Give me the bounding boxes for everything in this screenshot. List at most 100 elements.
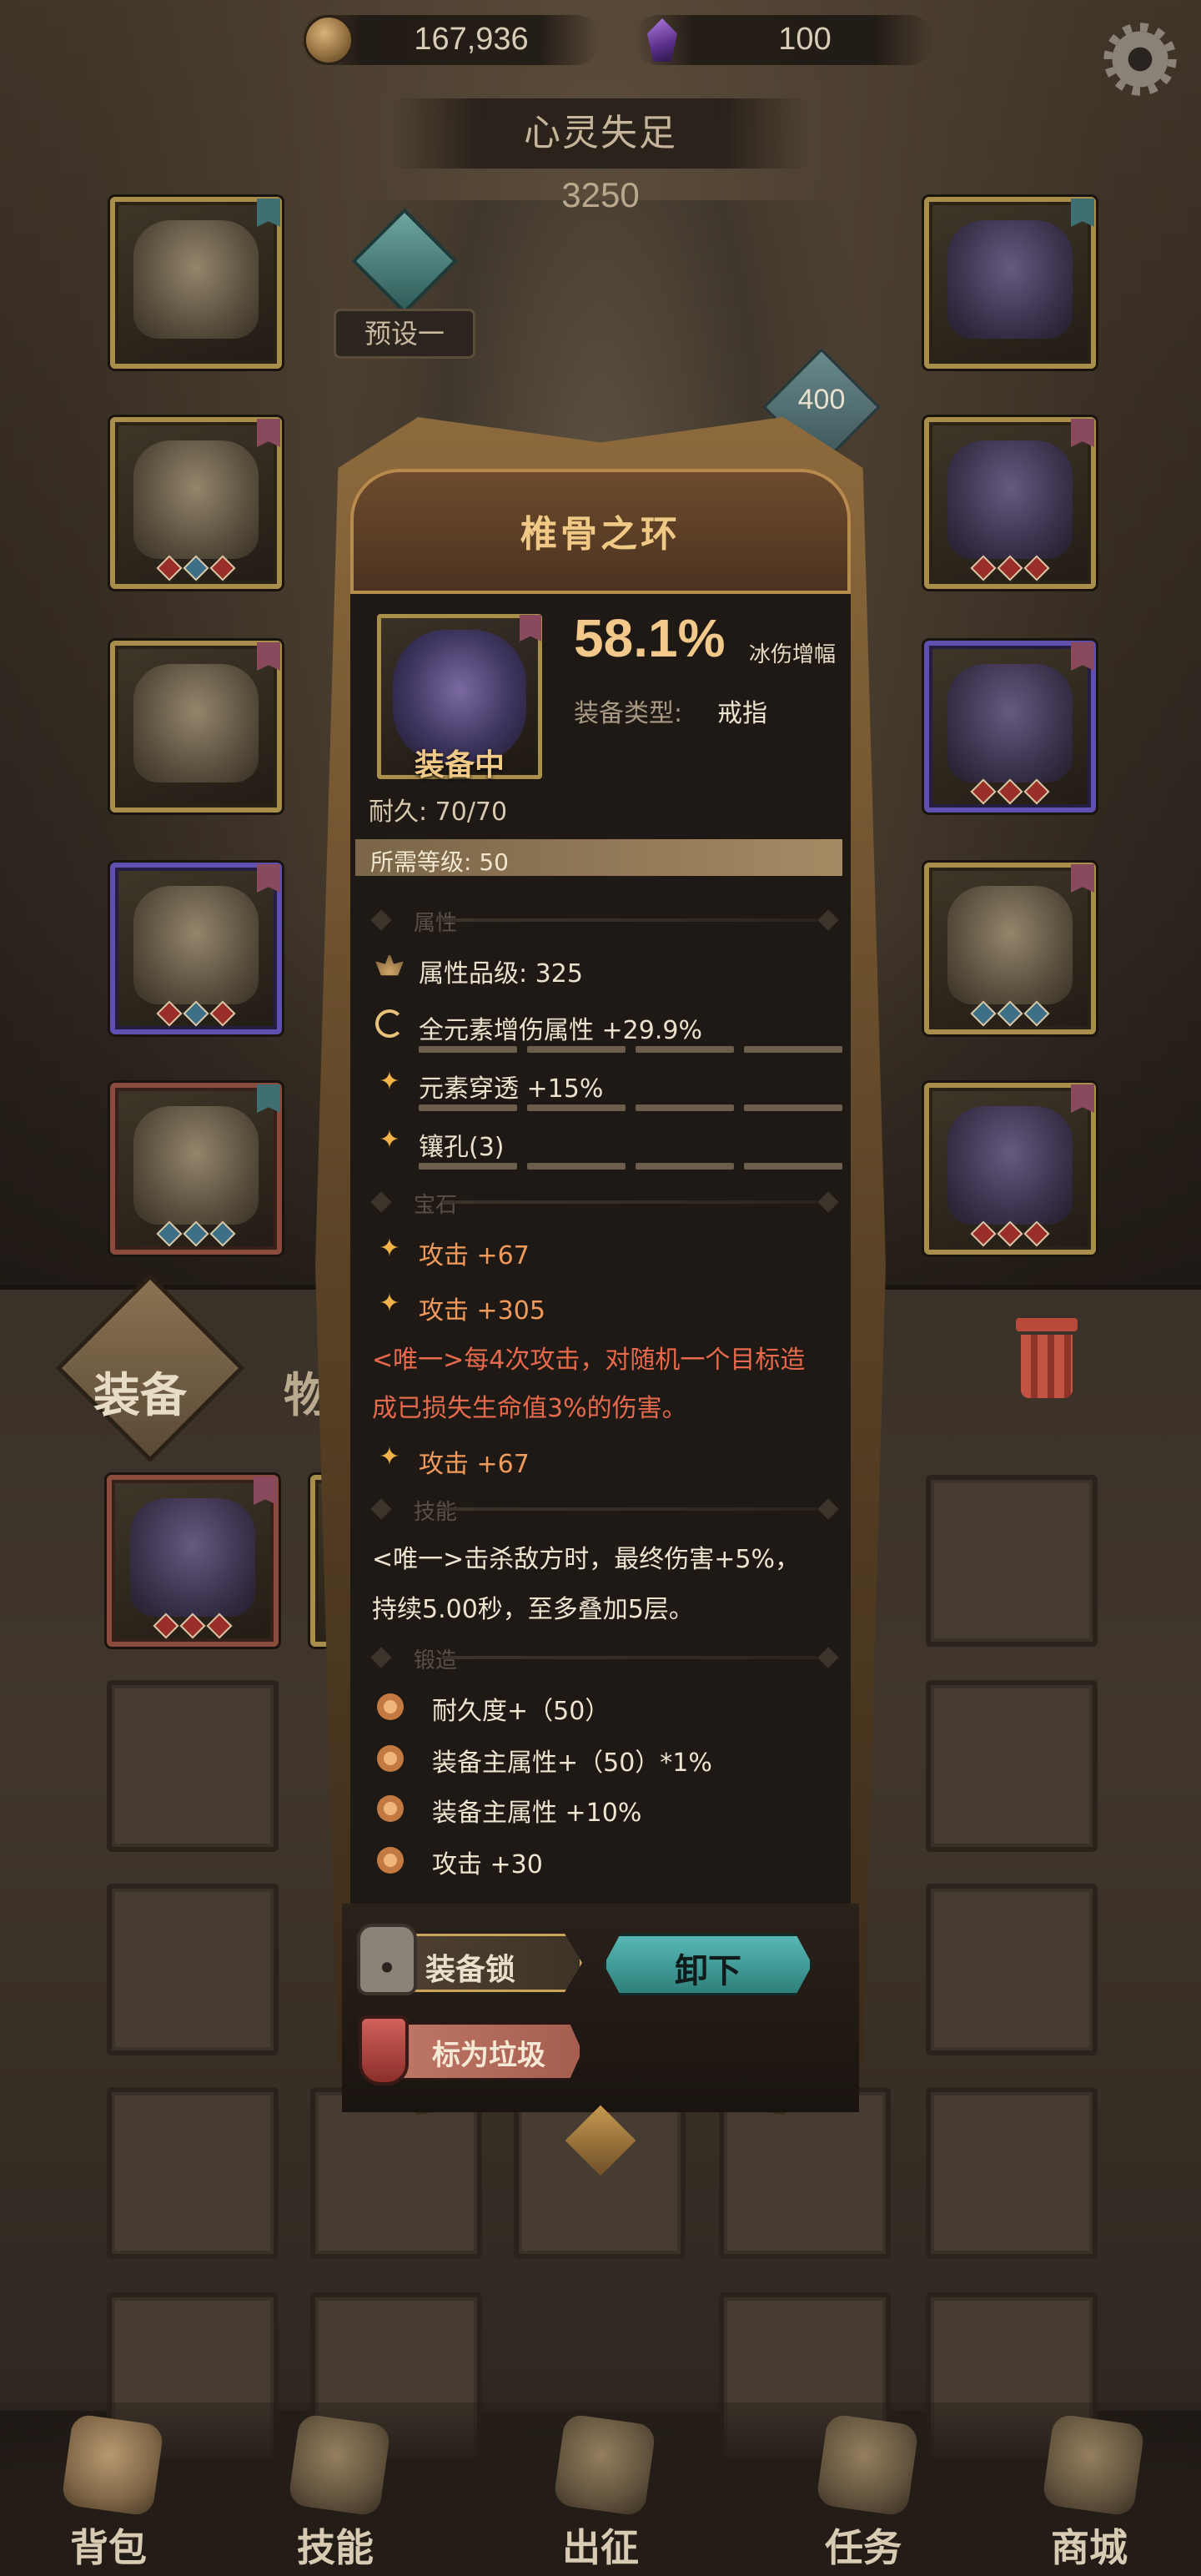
rarity-tag [257, 419, 280, 447]
trash-marker-icon[interactable] [359, 2015, 409, 2085]
slot-weapon[interactable] [924, 863, 1096, 1034]
slot-helmet[interactable] [110, 197, 282, 369]
attribute-bars [419, 1104, 842, 1111]
slot-boots[interactable] [110, 1083, 282, 1255]
required-level: 所需等级: 50 [370, 848, 509, 876]
unequip-button-label[interactable]: 卸下 [604, 1944, 812, 1992]
spark-icon: ✦ [379, 1289, 400, 1318]
slot-necklace[interactable] [924, 197, 1096, 369]
spark-icon: ✦ [379, 1067, 400, 1096]
lock-button-label[interactable]: 装备锁 [425, 1945, 515, 1989]
skill-line: 持续5.00秒，至多叠加5层。 [372, 1595, 694, 1624]
forge-text: 装备主属性 +10% [432, 1799, 642, 1828]
tome-icon [947, 1106, 1073, 1225]
inventory-slot[interactable] [310, 2087, 482, 2259]
nav-quests[interactable]: 任务 [780, 2411, 947, 2576]
slot-offhand[interactable] [924, 1083, 1096, 1255]
forge-dot-icon [377, 1745, 404, 1772]
gem-icon [970, 1220, 997, 1247]
nav-label: 背包 [70, 2525, 147, 2570]
slot-ring[interactable] [924, 417, 1096, 589]
attribute-row: 全元素增伤属性 +29.9% [375, 1004, 842, 1053]
rarity-tag [1071, 1084, 1094, 1113]
gold-counter: 167,936 [300, 15, 600, 65]
inventory-slot[interactable] [107, 1884, 279, 2055]
inventory-slot[interactable] [926, 1680, 1098, 1852]
backpack-icon [60, 2412, 165, 2518]
inventory-slot[interactable] [926, 2087, 1098, 2259]
power-value: 3250 [561, 175, 640, 214]
nav-skills[interactable]: 技能 [252, 2411, 419, 2576]
amulet-icon [947, 220, 1073, 339]
nav-shop[interactable]: 商城 [1006, 2411, 1173, 2576]
attribute-text: 镶孔(3) [419, 1133, 505, 1162]
gem-icon [153, 1613, 179, 1639]
inventory-slot[interactable] [107, 2087, 279, 2259]
nav-label: 技能 [297, 2525, 374, 2570]
attribute-bars [419, 1046, 842, 1053]
nav-label: 商城 [1051, 2525, 1128, 2570]
gem-amount: 100 [778, 22, 832, 57]
nav-backpack[interactable]: 背包 [25, 2411, 192, 2576]
preset-button[interactable]: 预设一 [334, 309, 475, 359]
preset-label: 预设一 [364, 318, 445, 350]
gem-icon [1023, 1220, 1050, 1247]
crystal-icon [637, 15, 687, 65]
cross-necklace-icon [130, 1498, 255, 1617]
rarity-tag [1071, 199, 1094, 227]
gem-icon [206, 1613, 233, 1639]
inventory-item-cross-necklace[interactable] [107, 1475, 279, 1647]
attribute-row: 属性品级: 325 [375, 948, 842, 989]
spark-icon: ✦ [379, 1125, 400, 1155]
attribute-text: 元素穿透 +15% [419, 1074, 604, 1104]
cycle-icon [375, 1009, 404, 1038]
spark-icon: ✦ [379, 1234, 400, 1263]
nav-label: 出征 [562, 2525, 639, 2570]
section-gems: 宝石 [367, 1190, 842, 1218]
gem-icon [156, 555, 183, 581]
gem-counter: 100 [634, 15, 934, 65]
gem-icon [156, 1220, 183, 1247]
inventory-slot[interactable] [107, 1680, 279, 1852]
horn-icon [815, 2412, 920, 2518]
slot-armor[interactable] [110, 417, 282, 589]
skill-line: <唯一>击杀敌方时，最终伤害+5%， [372, 1545, 801, 1574]
nav-battle[interactable]: 出征 [517, 2411, 684, 2576]
coin-icon [304, 15, 354, 65]
mark-as-trash-label[interactable]: 标为垃圾 [432, 2032, 545, 2073]
inventory-slot[interactable] [926, 1884, 1098, 2055]
gem-icon [970, 555, 997, 581]
gem-icon [997, 1000, 1023, 1027]
attribute-row: ✦ 镶孔(3) [375, 1121, 842, 1170]
forge-dot-icon [377, 1693, 404, 1720]
attribute-text: 全元素增伤属性 +29.9% [419, 1016, 702, 1045]
gear-icon[interactable] [1103, 22, 1178, 97]
gem-text: 攻击 +67 [419, 1241, 530, 1270]
rarity-tag [1071, 642, 1094, 671]
durability: 耐久: 70/70 [369, 797, 508, 827]
chain-bracer-icon [947, 664, 1073, 782]
slot-gloves[interactable] [110, 641, 282, 813]
tab-equipment[interactable]: 装备 [93, 1358, 187, 1426]
lock-icon[interactable] [357, 1924, 417, 1995]
slot-pants[interactable] [110, 863, 282, 1034]
gem-text: 攻击 +67 [419, 1450, 530, 1479]
gloves-icon [133, 664, 259, 782]
forge-text: 装备主属性+（50）*1% [432, 1748, 712, 1778]
gold-amount: 167,936 [414, 22, 529, 57]
forge-dot-icon [377, 1847, 404, 1874]
skill-description: <唯一>击杀敌方时，最终伤害+5%， 持续5.00秒，至多叠加5层。 [372, 1535, 856, 1635]
rarity-tag [257, 199, 280, 227]
gem-text: 攻击 +305 [419, 1296, 545, 1326]
trash-icon[interactable] [1009, 1318, 1084, 1401]
gem-icon [183, 1220, 209, 1247]
slot-bracer[interactable] [924, 641, 1096, 813]
gem-icon [1023, 1000, 1050, 1027]
section-skills: 技能 [367, 1497, 842, 1525]
battle-icon [552, 2412, 657, 2518]
shop-icon [1041, 2412, 1146, 2518]
inventory-slot[interactable] [926, 1475, 1098, 1647]
lotus-icon [375, 953, 404, 976]
rarity-tag [1071, 864, 1094, 893]
inventory-slot[interactable] [719, 2087, 891, 2259]
